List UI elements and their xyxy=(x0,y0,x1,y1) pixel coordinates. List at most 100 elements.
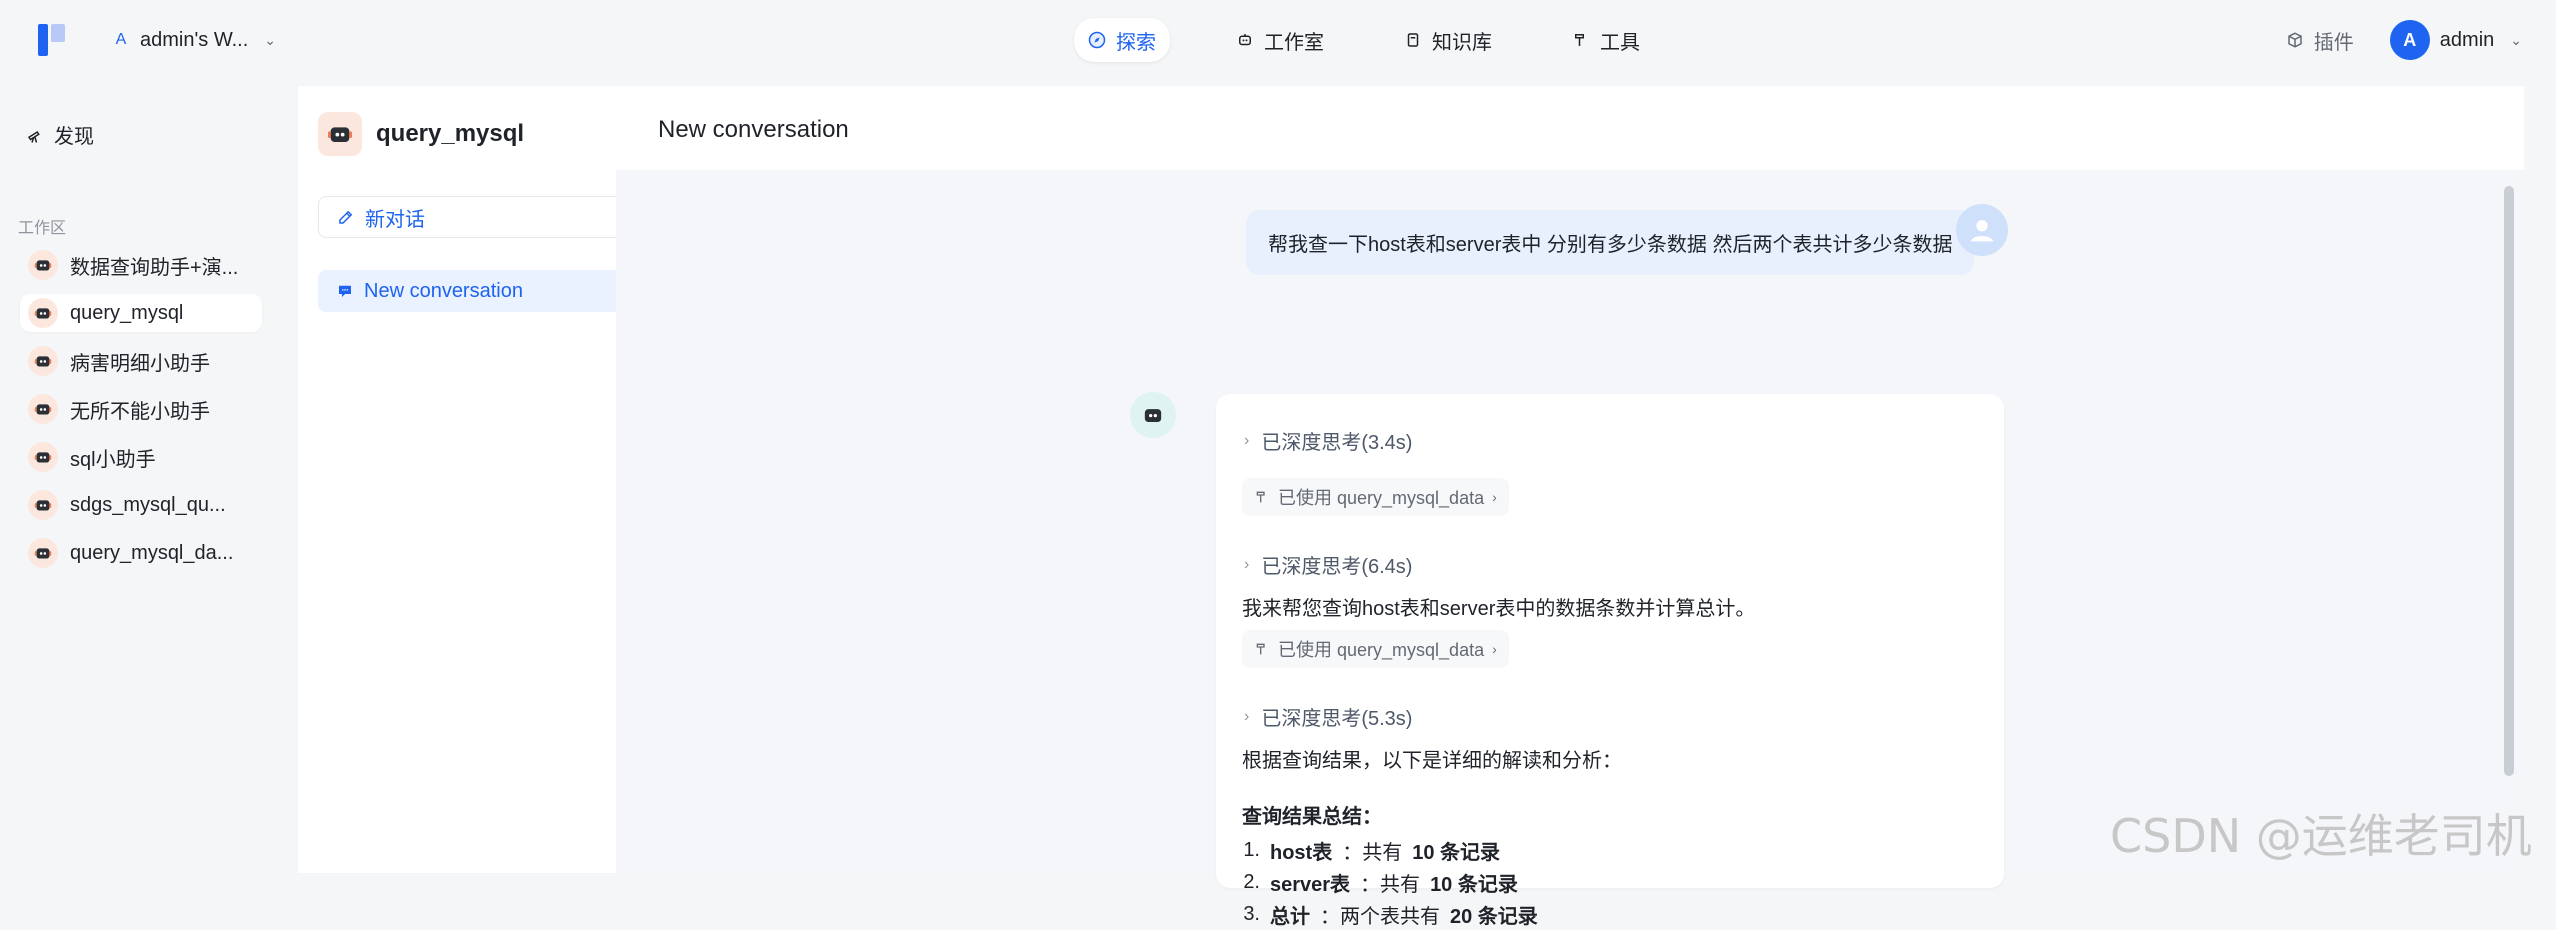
user-message-bubble: 帮我查一下host表和server表中 分别有多少条数据 然后两个表共计多少条数… xyxy=(1246,210,1975,275)
robot-icon xyxy=(28,538,58,568)
agent-header: query_mysql xyxy=(318,112,524,156)
list-sep: ：共有 xyxy=(1342,841,1403,864)
watermark: CSDN @运维老司机 xyxy=(2110,809,2532,863)
list-item: 1. host表 ：共有 10 条记录 xyxy=(1242,834,1538,866)
chat-area: 帮我查一下host表和server表中 分别有多少条数据 然后两个表共计多少条数… xyxy=(616,170,2524,928)
robot-svg xyxy=(34,356,52,367)
tab-studio[interactable]: 工作室 xyxy=(1222,18,1338,62)
tool-use-2[interactable]: 已使用 query_mysql_data › xyxy=(1242,630,1509,668)
tool-label: 已使用 query_mysql_data xyxy=(1278,640,1485,660)
summary-title: 查询结果总结： xyxy=(1242,806,1382,828)
sidebar-item-label: 病害明细小助手 xyxy=(70,352,210,375)
robot-svg xyxy=(34,548,52,559)
robot-icon xyxy=(28,442,58,472)
sidebar-discover[interactable]: 发现 xyxy=(26,120,94,149)
new-chat-button[interactable]: 新对话 xyxy=(318,196,630,238)
list-number: 1. xyxy=(1243,838,1260,861)
assistant-message-card: › 已深度思考(3.4s) 已使用 query_mysql_data › › 已… xyxy=(1216,394,2004,928)
think-toggle-1[interactable]: › 已深度思考(3.4s) xyxy=(1244,426,1412,455)
tab-tools[interactable]: 工具 xyxy=(1558,18,1654,62)
hammer-icon xyxy=(1256,491,1265,503)
tab-knowledge[interactable]: 知识库 xyxy=(1390,18,1506,62)
list-label: 总计 xyxy=(1270,905,1310,928)
sidebar-item-label: sdgs_mysql_qu... xyxy=(70,493,226,516)
app-logo[interactable] xyxy=(38,24,66,56)
logo-mark xyxy=(38,24,48,56)
sidebar-item-2[interactable]: 病害明细小助手 xyxy=(20,342,262,380)
top-nav: 探索 工作室 知识库 工具 xyxy=(1074,18,1654,62)
list-label: server表 xyxy=(1270,873,1351,896)
sidebar-item-0[interactable]: 数据查询助手+演... xyxy=(20,246,262,284)
sidebar-item-label: query_mysql xyxy=(70,301,184,324)
username: admin xyxy=(2439,28,2495,51)
tool-use-1[interactable]: 已使用 query_mysql_data › xyxy=(1242,478,1509,516)
bot-icon xyxy=(1239,34,1251,46)
sidebar: 发现 工作区 数据查询助手+演... query_mysql 病害明细小助手 无… xyxy=(0,78,292,873)
top-right-actions: 插件 A admin ⌄ xyxy=(2286,18,2522,62)
chevron-right-icon: › xyxy=(1244,555,1250,573)
sidebar-item-label: sql小助手 xyxy=(70,448,156,471)
robot-icon xyxy=(28,394,58,424)
robot-icon xyxy=(28,298,58,328)
think-label: 已深度思考(3.4s) xyxy=(1261,432,1413,454)
discover-label: 发现 xyxy=(54,126,94,148)
chevron-right-icon: › xyxy=(1492,641,1497,657)
robot-icon xyxy=(1144,409,1162,422)
chevron-down-icon: ⌄ xyxy=(264,31,277,48)
book-icon xyxy=(1407,33,1419,47)
avatar: A xyxy=(2389,20,2430,60)
plugin-label: 插件 xyxy=(2313,31,2354,54)
robot-icon xyxy=(28,250,58,280)
chevron-right-icon: › xyxy=(1244,431,1250,449)
chevron-down-icon: ⌄ xyxy=(2510,31,2522,48)
think-toggle-3[interactable]: › 已深度思考(5.3s) xyxy=(1244,702,1412,731)
conversation-item[interactable]: New conversation xyxy=(318,270,628,312)
user-menu[interactable]: A admin ⌄ xyxy=(2389,20,2522,60)
robot-svg xyxy=(34,500,52,511)
sidebar-item-6[interactable]: query_mysql_da... xyxy=(20,534,262,572)
think-toggle-2[interactable]: › 已深度思考(6.4s) xyxy=(1244,550,1412,579)
sidebar-item-label: 无所不能小助手 xyxy=(70,400,210,423)
cube-icon xyxy=(2288,32,2302,48)
telescope-icon xyxy=(27,130,40,143)
tab-label: 工作室 xyxy=(1264,31,1324,54)
hammer-icon xyxy=(1256,643,1265,655)
think-label: 已深度思考(6.4s) xyxy=(1261,556,1413,578)
conversation-panel: query_mysql 新对话 New conversation xyxy=(298,86,630,873)
compass-icon xyxy=(1088,31,1106,49)
workspace-switcher[interactable]: A admin's W... ⌄ xyxy=(112,24,276,56)
sidebar-item-5[interactable]: sdgs_mysql_qu... xyxy=(20,486,262,524)
list-label: host表 xyxy=(1270,841,1333,864)
list-value: 20 条记录 xyxy=(1450,905,1538,928)
agent-name: query_mysql xyxy=(376,120,525,147)
assistant-avatar xyxy=(1130,392,1176,438)
sidebar-item-1[interactable]: query_mysql xyxy=(20,294,262,332)
conversation-item-label: New conversation xyxy=(364,279,523,302)
sidebar-item-4[interactable]: sql小助手 xyxy=(20,438,262,476)
user-avatar xyxy=(1956,204,2008,256)
tab-explore[interactable]: 探索 xyxy=(1074,18,1170,62)
top-bar: A admin's W... ⌄ 探索 工作室 知识库 工具 插件 A admi… xyxy=(0,0,2556,78)
chevron-right-icon: › xyxy=(1492,489,1497,505)
list-value: 10 条记录 xyxy=(1412,841,1501,864)
tab-label: 探索 xyxy=(1116,31,1156,54)
sidebar-item-3[interactable]: 无所不能小助手 xyxy=(20,390,262,428)
tab-label: 工具 xyxy=(1600,31,1640,54)
chat-bubble-icon xyxy=(339,285,351,297)
robot-svg xyxy=(34,308,52,319)
tab-label: 知识库 xyxy=(1432,31,1492,54)
list-sep: ：共有 xyxy=(1360,873,1421,896)
assistant-text-2: 根据查询结果，以下是详细的解读和分析： xyxy=(1242,750,1622,772)
workspace-list: 数据查询助手+演... query_mysql 病害明细小助手 无所不能小助手 … xyxy=(20,246,262,572)
think-label: 已深度思考(5.3s) xyxy=(1261,708,1413,730)
sidebar-item-label: query_mysql_da... xyxy=(70,541,234,564)
plugin-button[interactable]: 插件 xyxy=(2286,26,2354,55)
chat-scrollbar[interactable] xyxy=(2504,186,2514,776)
chat-title: New conversation xyxy=(658,116,849,143)
workspace-name: admin's W... xyxy=(140,28,249,51)
chat-main: New conversation 帮我查一下host表和server表中 分别有… xyxy=(616,86,2524,928)
robot-icon xyxy=(28,490,58,520)
list-number: 2. xyxy=(1243,870,1260,893)
list-value: 10 条记录 xyxy=(1430,873,1518,896)
new-chat-label: 新对话 xyxy=(365,208,425,231)
